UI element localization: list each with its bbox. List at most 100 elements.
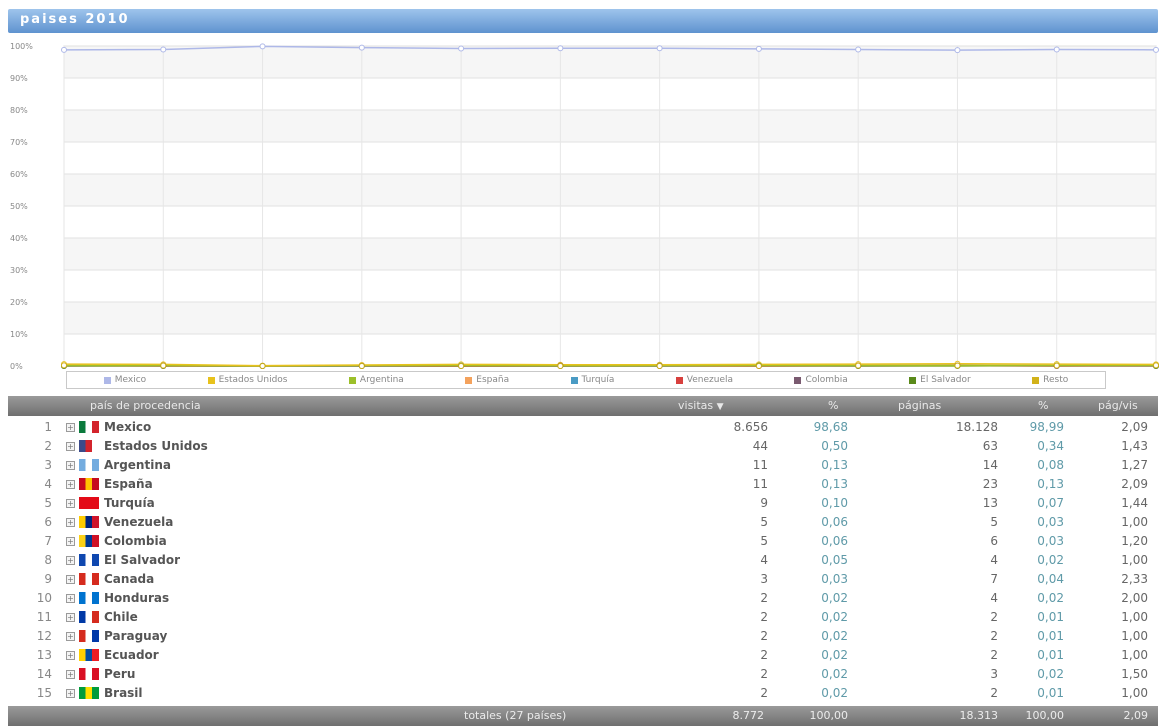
country-flag-icon [79, 421, 99, 433]
country-link[interactable]: Peru [104, 667, 135, 681]
header-paginas[interactable]: páginas [898, 399, 941, 412]
table-row: 1 + Mexico 8.656 98,68 18.128 98,99 2,09 [8, 418, 1158, 437]
expand-icon[interactable]: + [66, 670, 75, 679]
paginas-percent: 0,01 [1037, 629, 1064, 643]
expand-icon[interactable]: + [66, 594, 75, 603]
pages-per-visit: 1,00 [1121, 686, 1148, 700]
country-link[interactable]: Chile [104, 610, 138, 624]
totals-paginas: 18.313 [959, 709, 999, 722]
legend-swatch [794, 376, 802, 384]
expand-icon[interactable]: + [66, 423, 75, 432]
expand-icon[interactable]: + [66, 537, 75, 546]
row-rank: 3 [44, 458, 52, 472]
table-row: 2 + Estados Unidos 44 0,50 63 0,34 1,43 [8, 437, 1158, 456]
row-rank: 15 [36, 686, 52, 700]
pages-per-visit: 1,20 [1121, 534, 1148, 548]
data-point [358, 44, 365, 51]
country-link[interactable]: Canada [104, 572, 154, 586]
y-tick-label: 50% [10, 202, 28, 211]
paginas-value: 2 [990, 686, 998, 700]
legend-swatch [1032, 376, 1040, 384]
expand-icon[interactable]: + [66, 461, 75, 470]
visitas-value: 2 [760, 591, 768, 605]
y-tick-label: 80% [10, 106, 28, 115]
country-link[interactable]: Honduras [104, 591, 169, 605]
expand-icon[interactable]: + [66, 480, 75, 489]
expand-icon[interactable]: + [66, 689, 75, 698]
country-link[interactable]: Argentina [104, 458, 171, 472]
header-pag-vis[interactable]: pág/vis [1098, 399, 1138, 412]
table-row: 8 + El Salvador 4 0,05 4 0,02 1,00 [8, 551, 1158, 570]
legend-label: Mexico [114, 375, 147, 385]
header-pct-visitas[interactable]: % [828, 399, 838, 412]
expand-icon[interactable]: + [66, 575, 75, 584]
table-row: 10 + Honduras 2 0,02 4 0,02 2,00 [8, 589, 1158, 608]
expand-icon[interactable]: + [66, 613, 75, 622]
country-link[interactable]: Colombia [104, 534, 167, 548]
table-row: 7 + Colombia 5 0,06 6 0,03 1,20 [8, 532, 1158, 551]
data-point [755, 45, 762, 52]
header-visitas[interactable]: visitas ▼ [678, 399, 724, 412]
data-point [954, 47, 961, 54]
expand-icon[interactable]: + [66, 632, 75, 641]
legend-label: Venezuela [686, 375, 733, 385]
expand-icon[interactable]: + [66, 651, 75, 660]
y-tick-label: 60% [10, 170, 28, 179]
country-link[interactable]: Ecuador [104, 648, 159, 662]
visitas-percent: 0,02 [821, 610, 848, 624]
paginas-percent: 0,01 [1037, 610, 1064, 624]
data-point [855, 362, 862, 369]
expand-icon[interactable]: + [66, 518, 75, 527]
data-point [557, 45, 564, 52]
country-link[interactable]: Venezuela [104, 515, 173, 529]
visitas-value: 9 [760, 496, 768, 510]
visitas-value: 4 [760, 553, 768, 567]
expand-icon[interactable]: + [66, 442, 75, 451]
paginas-value: 4 [990, 553, 998, 567]
paginas-value: 13 [982, 496, 998, 510]
legend-item: Estados Unidos [207, 375, 287, 385]
totals-pct-paginas: 100,00 [1025, 709, 1065, 722]
expand-icon[interactable]: + [66, 556, 75, 565]
expand-icon[interactable]: + [66, 499, 75, 508]
header-pct-paginas[interactable]: % [1038, 399, 1048, 412]
data-point [1153, 46, 1159, 53]
paginas-percent: 98,99 [1029, 420, 1064, 434]
report-title-bar: paises 2010 [8, 9, 1158, 33]
country-link[interactable]: Paraguay [104, 629, 167, 643]
country-link[interactable]: España [104, 477, 153, 491]
y-tick-label: 30% [10, 266, 28, 275]
data-point [656, 363, 663, 369]
pages-per-visit: 1,44 [1121, 496, 1148, 510]
y-tick-label: 0% [10, 362, 23, 371]
row-rank: 10 [36, 591, 52, 605]
paginas-value: 6 [990, 534, 998, 548]
country-flag-icon [79, 573, 99, 585]
row-rank: 5 [44, 496, 52, 510]
row-rank: 6 [44, 515, 52, 529]
visitas-percent: 0,05 [821, 553, 848, 567]
country-link[interactable]: El Salvador [104, 553, 180, 567]
row-rank: 8 [44, 553, 52, 567]
row-rank: 1 [44, 420, 52, 434]
legend-item: El Salvador [909, 375, 971, 385]
country-flag-icon [79, 611, 99, 623]
pages-per-visit: 2,09 [1121, 477, 1148, 491]
header-country[interactable]: país de procedencia [90, 399, 201, 412]
row-rank: 7 [44, 534, 52, 548]
paginas-value: 23 [982, 477, 998, 491]
visitas-value: 8.656 [733, 420, 768, 434]
visitas-value: 2 [760, 667, 768, 681]
country-link[interactable]: Mexico [104, 420, 151, 434]
data-point [358, 363, 365, 369]
y-tick-label: 40% [10, 234, 28, 243]
country-link[interactable]: Turquía [104, 496, 155, 510]
data-point [557, 363, 564, 369]
country-link[interactable]: Brasil [104, 686, 143, 700]
country-flag-icon [79, 687, 99, 699]
pages-per-visit: 2,09 [1121, 420, 1148, 434]
y-tick-label: 90% [10, 74, 28, 83]
legend-swatch [207, 376, 215, 384]
visitas-value: 5 [760, 515, 768, 529]
country-link[interactable]: Estados Unidos [104, 439, 208, 453]
